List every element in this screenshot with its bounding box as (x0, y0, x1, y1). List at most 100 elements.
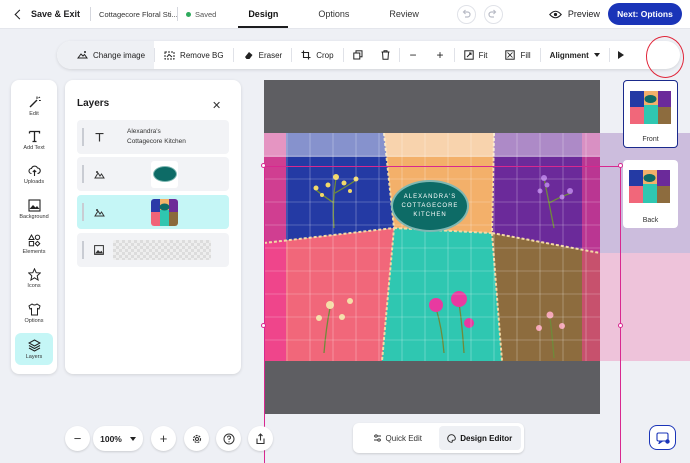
duplicate-icon (352, 50, 363, 60)
change-image-icon (77, 51, 88, 59)
drag-handle-icon[interactable] (82, 165, 84, 183)
drag-handle-icon[interactable] (82, 128, 84, 146)
toolbar-more-arrow-icon[interactable] (617, 51, 624, 59)
layers-panel: Layers ✕ Alexandra's Cottagecore Kitchen (65, 80, 241, 374)
remove-bg-button[interactable]: Remove BG (155, 41, 233, 69)
zoom-level-dropdown[interactable]: 100% (93, 426, 143, 451)
design-editor-button[interactable]: Design Editor (438, 426, 521, 450)
share-button[interactable] (248, 426, 273, 451)
layer-item-image[interactable] (77, 195, 229, 229)
selection-border-right (620, 166, 621, 463)
tool-edit[interactable]: Edit (15, 90, 53, 122)
tool-add-text[interactable]: Add Text (15, 124, 53, 156)
zoom-out-button[interactable]: − (65, 426, 90, 451)
saved-dot-icon (186, 11, 192, 17)
background-icon (27, 198, 41, 212)
tool-layers[interactable]: Layers (15, 333, 53, 365)
preview-button[interactable]: Preview (548, 9, 600, 19)
layer-item-background[interactable] (77, 233, 229, 267)
tool-uploads[interactable]: Uploads (15, 158, 53, 190)
tool-elements[interactable]: Elements (15, 228, 53, 260)
text-layer-icon (93, 132, 105, 142)
tab-options[interactable]: Options (298, 0, 369, 28)
fill-icon (505, 50, 516, 60)
preview-label: Preview (567, 9, 600, 19)
change-image-button[interactable]: Change image (57, 41, 155, 69)
quick-edit-icon (373, 434, 381, 442)
saved-label: Saved (195, 9, 217, 19)
chat-support-button[interactable] (649, 425, 676, 450)
tool-options-label: Options (24, 317, 44, 324)
tool-add-text-label: Add Text (23, 144, 45, 151)
design-title-badge[interactable]: ALEXANDRA'S COTTAGECORE KITCHEN (391, 180, 469, 232)
front-preview-image (630, 91, 671, 124)
duplicate-button[interactable] (344, 41, 372, 69)
delete-button[interactable] (372, 41, 399, 69)
tab-design[interactable]: Design (228, 0, 298, 28)
fill-button[interactable]: Fill (496, 41, 539, 69)
back-label: Back (642, 217, 659, 224)
cloud-upload-icon (27, 165, 41, 176)
settings-button[interactable] (184, 426, 209, 451)
tool-uploads-label: Uploads (23, 178, 45, 185)
tool-elements-label: Elements (22, 248, 46, 255)
eraser-icon (244, 52, 253, 59)
tool-layers-label: Layers (25, 353, 43, 360)
zoom-in-button[interactable]: + (151, 426, 176, 451)
size-plus-button[interactable]: + (427, 41, 454, 69)
quick-edit-button[interactable]: Quick Edit (356, 426, 439, 450)
tool-options[interactable]: Options (15, 297, 53, 329)
close-icon[interactable]: ✕ (212, 99, 221, 112)
size-minus-button[interactable]: − (400, 41, 427, 69)
undo-redo-group (456, 4, 503, 24)
magic-wand-icon (29, 96, 41, 107)
fit-button[interactable]: Fit (455, 41, 497, 69)
project-name[interactable]: Cottagecore Floral Sti... (91, 10, 177, 19)
shapes-icon (27, 233, 41, 247)
redo-button[interactable] (483, 4, 503, 24)
layers-icon (27, 338, 41, 352)
tool-background[interactable]: Background (15, 193, 53, 225)
palette-icon (447, 433, 456, 443)
transparent-thumbnail (113, 240, 211, 260)
tool-icons-label: Icons (27, 282, 41, 289)
tab-review[interactable]: Review (369, 0, 439, 28)
back-preview-image (629, 170, 670, 203)
layers-title: Layers (77, 98, 110, 109)
save-exit-button[interactable]: Save & Exit (0, 0, 90, 28)
design-editor-label: Design Editor (460, 433, 513, 443)
eraser-button[interactable]: Eraser (234, 41, 292, 69)
layer-item-shape[interactable] (77, 157, 229, 191)
tool-background-label: Background (19, 213, 49, 220)
design-title-line1: ALEXANDRA'S (403, 193, 457, 200)
top-bar: Save & Exit Cottagecore Floral Sti... Sa… (0, 0, 690, 29)
image-layer-icon (93, 208, 105, 217)
tool-icons[interactable]: Icons (15, 262, 53, 294)
design-artwork[interactable] (264, 133, 600, 361)
undo-button[interactable] (456, 4, 476, 24)
resize-handle[interactable] (261, 323, 266, 328)
drag-handle-icon[interactable] (82, 203, 84, 221)
layer-item-text[interactable]: Alexandra's Cottagecore Kitchen (77, 120, 229, 154)
shirt-icon (27, 302, 41, 315)
side-thumbnail-back[interactable]: Back (623, 160, 678, 228)
resize-handle[interactable] (261, 163, 266, 168)
alignment-dropdown[interactable]: Alignment (541, 41, 609, 69)
trash-icon (381, 50, 390, 60)
saved-status: Saved (178, 10, 228, 19)
divider (608, 48, 610, 62)
question-icon (223, 433, 234, 444)
redo-icon (488, 9, 497, 18)
crop-label: Crop (316, 50, 334, 60)
resize-handle[interactable] (618, 323, 623, 328)
side-thumbnail-front[interactable]: Front (623, 80, 678, 148)
drag-handle-icon[interactable] (82, 241, 84, 259)
layer-text-line1: Alexandra's (127, 128, 161, 136)
text-icon (28, 130, 40, 142)
star-icon (27, 267, 41, 281)
next-options-button[interactable]: Next: Options (608, 3, 682, 25)
design-title-line3: KITCHEN (413, 211, 447, 218)
image-toolbar: Change image Remove BG Eraser Crop − + F… (57, 41, 680, 69)
help-button[interactable] (216, 426, 241, 451)
crop-button[interactable]: Crop (292, 41, 342, 69)
